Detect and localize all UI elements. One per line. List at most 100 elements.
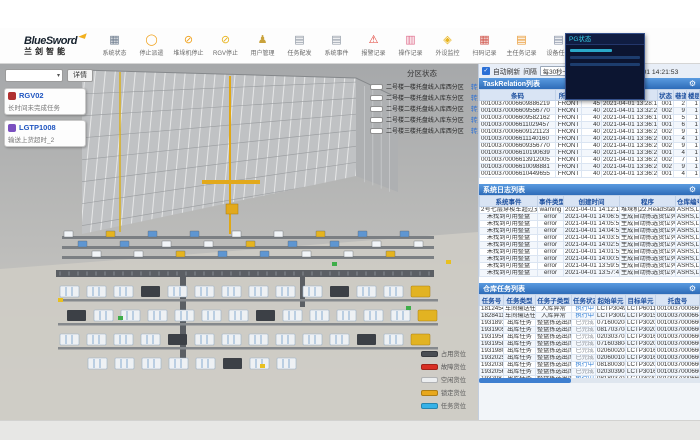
zone-goto-link[interactable]: 转到 (471, 82, 478, 91)
table-row[interactable]: 未找到可用整盘error2021-04-01 14:01:54生成自动拣选货位列… (480, 249, 700, 256)
table-row[interactable]: 1932025出库任务整盘拣选出库已完成0206001082LCTP301600… (480, 355, 700, 362)
column-header[interactable]: 任务类型 (504, 295, 536, 306)
toolbar-item[interactable]: ▤系统事件 (318, 34, 355, 57)
mini-window-bar (570, 56, 640, 59)
table-row[interactable]: 未找到可用整盘error2021-04-01 14:03:56生成自动拣选货位列… (480, 235, 700, 242)
column-header[interactable]: 任务状态 (572, 295, 596, 306)
column-header[interactable]: 仓库编号 (676, 196, 700, 207)
table-cell: 001 (658, 122, 674, 129)
toolbar-item[interactable]: ▦系统状态 (96, 34, 133, 57)
column-header[interactable]: 起始单元 (596, 295, 626, 306)
column-header[interactable]: 托盘号 (656, 295, 700, 306)
zone-checkbox[interactable] (370, 106, 383, 112)
column-header[interactable]: 状态 (658, 90, 674, 101)
zone-checkbox[interactable] (370, 95, 383, 101)
warehouse-3d-view[interactable]: ▾ 详情 RGV02长时间未完成任务LGTP1008输送上货超时_2 分区状态 … (0, 64, 478, 420)
device-select[interactable]: ▾ (5, 69, 63, 82)
zone-checkbox[interactable] (370, 128, 383, 134)
toolbar-item[interactable]: ◯停止派遣 (133, 34, 170, 57)
zone-checkbox[interactable] (370, 84, 383, 90)
table-row[interactable]: 未找到可用整盘error2021-04-01 13:57:49生成自动拣选货位列… (480, 270, 700, 277)
table-row[interactable]: 00100370006613912005FRONT402021-04-01 13… (480, 157, 700, 164)
table-row[interactable]: 1931905出库任务整盘拣选出库已完成0817037081LCTP302000… (480, 327, 700, 334)
column-header[interactable]: 条码 (480, 90, 556, 101)
column-header[interactable]: 巷道 (674, 90, 687, 101)
toolbar-item[interactable]: ♟用户管理 (244, 34, 281, 57)
column-header[interactable]: 事件类型 (538, 196, 564, 207)
zone-checkbox[interactable] (370, 117, 383, 123)
zone-goto-link[interactable]: 转到 (471, 126, 478, 135)
table-row[interactable]: 未找到可用整盘error2021-04-01 13:59:51生成自动拣选货位列… (480, 263, 700, 270)
toolbar-item[interactable]: ◈外设监控 (429, 34, 466, 57)
table-row[interactable]: 1931958出库任务整盘拣选出库已完成0716038042LCTP302000… (480, 341, 700, 348)
column-header[interactable]: 目标单元 (626, 295, 656, 306)
table-cell: 00100370006609356770 (480, 143, 556, 150)
column-header[interactable]: 系统事件 (480, 196, 538, 207)
zone-row: 二号楼三楼托盘线入库西分区转到 (370, 125, 474, 136)
column-header[interactable]: 任务子类型 (536, 295, 572, 306)
table-cell: 未找到可用整盘 (480, 256, 538, 263)
table-row[interactable]: 未找到可用整盘error2021-04-01 14:02:55生成自动拣选货位列… (480, 242, 700, 249)
table-cell: 2021-04-01 14:03:56 (564, 235, 620, 242)
auto-refresh-checkbox[interactable]: ✓ (482, 67, 490, 75)
table-cell: 2021-04-01 14:06:57 (564, 214, 620, 221)
column-header[interactable]: 楼层 (687, 90, 700, 101)
toolbar-item[interactable]: ⊘RGV停止 (207, 34, 244, 57)
alarm-message: 长时间未完成任务 (8, 102, 82, 112)
table-row[interactable]: 1931956出库任务整盘拣选出库已完成0203037022LCTP301600… (480, 334, 700, 341)
gear-icon[interactable]: ⚙ (689, 284, 696, 294)
zone-label: 二号楼一楼托盘线入库东分区 (386, 93, 464, 102)
table-cell: 堆垛机22.ReadStatus (620, 207, 676, 214)
alarm-card[interactable]: LGTP1008输送上货超时_2 (4, 120, 86, 147)
table-row[interactable]: 1931891出库任务整盘拣选出库已完成0716002082LCTP302000… (480, 320, 700, 327)
table-row[interactable]: 00100370006609121123FRONT402021-04-01 13… (480, 129, 700, 136)
column-header[interactable]: 创建时间 (564, 196, 620, 207)
table-row[interactable]: 未找到可用整盘error2021-04-01 14:06:57生成自动拣选货位列… (480, 214, 700, 221)
toolbar-item[interactable]: ▦扫码记录 (466, 34, 503, 57)
toolbar-item[interactable]: ⚠报警记录 (355, 34, 392, 57)
table-cell: 生成自动拣选货位列表 (620, 242, 676, 249)
table-row[interactable]: 00100370006611140160FRONT402021-04-01 13… (480, 136, 700, 143)
zone-goto-link[interactable]: 转到 (471, 115, 478, 124)
table-row[interactable]: 00100370006609356770FRONT402021-04-01 13… (480, 143, 700, 150)
table-row[interactable]: 1828411车间输送任务入库异常执行中LCTP3002LCTP30150010… (480, 313, 700, 320)
table-row[interactable]: 00100370006610098881FRONT402021-04-01 13… (480, 164, 700, 171)
table-cell: 6 (674, 122, 687, 129)
table-row[interactable]: 1932038出库任务整盘拣选出库执行中0818003032LCTP302000… (480, 362, 700, 369)
toolbar-item[interactable]: ▤任务配发 (281, 34, 318, 57)
toolbar-item-label: 主任务记录 (504, 47, 538, 56)
table-row[interactable]: 1812454车间输送任务入库异常执行中LCTP3049LCTP60110010… (480, 306, 700, 313)
zone-goto-link[interactable]: 转到 (471, 93, 478, 102)
table-cell: 整盘拣选出库 (536, 348, 572, 355)
table-cell: 1 (687, 122, 700, 129)
table-row[interactable]: 未找到可用整盘error2021-04-01 14:05:56生成自动拣选货位列… (480, 221, 700, 228)
zone-goto-link[interactable]: 转到 (471, 104, 478, 113)
table-row[interactable]: 未找到可用整盘error2021-04-01 14:04:56生成自动拣选货位列… (480, 228, 700, 235)
horizontal-scrollbar[interactable] (479, 378, 700, 383)
table-cell: 出库任务 (504, 355, 536, 362)
toolbar-item-label: 停止派遣 (134, 47, 168, 56)
table-row[interactable]: 00100370006610190639FRONT402021-04-01 13… (480, 150, 700, 157)
pg-status-mini-window[interactable]: PG状态 (565, 33, 645, 100)
detail-button[interactable]: 详情 (67, 69, 93, 82)
table-row[interactable]: 00100370006609556770FRONT402021-04-01 13… (480, 108, 700, 115)
table-row[interactable]: 00100370006609582162FRONT402021-04-01 13… (480, 115, 700, 122)
table-row[interactable]: 未找到可用整盘error2021-04-01 14:00:52生成自动拣选货位列… (480, 256, 700, 263)
scrollbar-thumb[interactable] (479, 378, 571, 383)
table-row[interactable]: 00100370006610449655FRONT402021-04-01 13… (480, 171, 700, 178)
gear-icon[interactable]: ⚙ (689, 79, 696, 89)
toolbar-item[interactable]: ⊘堆垛机停止 (170, 34, 207, 57)
table-row[interactable]: 2号七层穿梭车超过支撑杆待命时长warning2021-04-01 14:12:… (480, 207, 700, 214)
table-cell: 001 (658, 136, 674, 143)
gear-icon[interactable]: ⚙ (689, 185, 696, 195)
toolbar-item[interactable]: ▤主任务记录 (503, 34, 540, 57)
toolbar-item[interactable]: ▥操作记录 (392, 34, 429, 57)
table-row[interactable]: 00100370006611029457FRONT402021-04-01 13… (480, 122, 700, 129)
alarm-card[interactable]: RGV02长时间未完成任务 (4, 88, 86, 115)
table-row[interactable]: 1932056出库任务整盘拣选出库已完成0203039011LCTP301600… (480, 369, 700, 376)
table-row[interactable]: 00100370006609886219FRONT452021-04-01 13… (480, 101, 700, 108)
column-header[interactable]: 程序 (620, 196, 676, 207)
column-header[interactable]: 任务号 (480, 295, 504, 306)
table-cell: 出库任务 (504, 369, 536, 376)
table-row[interactable]: 1931980出库任务整盘拣选出库已完成0206002081LCTP301600… (480, 348, 700, 355)
